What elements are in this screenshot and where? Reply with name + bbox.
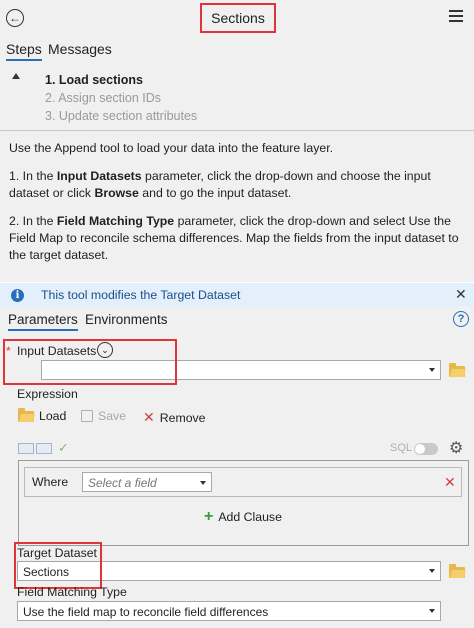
load-label: Load <box>39 409 67 423</box>
where-clause-row: Where Select a field ✕ <box>24 467 462 497</box>
validate-check-icon[interactable]: ✓ <box>58 440 69 456</box>
description-paragraph: 1. In the Input Datasets parameter, clic… <box>9 169 431 200</box>
save-label: Save <box>98 409 127 423</box>
tab-parameters[interactable]: Parameters <box>8 312 78 331</box>
folder-open-icon <box>18 407 34 422</box>
title-highlight-box: Sections <box>200 3 276 33</box>
remove-x-icon: ✕ <box>143 409 155 425</box>
steps-list: 1. Load sections 2. Assign section IDs 3… <box>0 64 474 130</box>
step-item[interactable]: 1. Load sections <box>45 73 143 87</box>
info-icon: i <box>11 289 24 302</box>
hamburger-menu-icon[interactable] <box>449 10 463 24</box>
target-dataset-highlight-box <box>14 542 102 589</box>
folder-browse-icon[interactable] <box>449 363 465 377</box>
remove-clause-icon[interactable]: ✕ <box>444 474 456 491</box>
parameters-panel: * Input Datasets ⌄ Expression Load Save … <box>0 337 474 628</box>
back-arrow-icon[interactable]: ← <box>6 9 24 27</box>
remove-button[interactable]: ✕ Remove <box>143 409 206 426</box>
description-paragraph: 2. In the Field Matching Type parameter,… <box>9 214 459 262</box>
plus-icon: + <box>204 508 214 525</box>
add-clause-label: Add Clause <box>218 510 282 524</box>
input-datasets-highlight-box <box>3 339 177 385</box>
param-tab-bar: Parameters Environments ? <box>0 307 474 337</box>
tab-steps[interactable]: Steps <box>6 41 42 61</box>
sql-label: SQL <box>390 442 413 454</box>
description-paragraph: Use the Append tool to load your data in… <box>9 141 334 155</box>
step-item[interactable]: 2. Assign section IDs <box>45 91 161 105</box>
save-button[interactable]: Save <box>81 409 126 423</box>
steps-tab-bar: Steps Messages <box>0 36 474 64</box>
info-banner: i This tool modifies the Target Dataset … <box>0 283 474 307</box>
dropdown-arrow-icon[interactable] <box>200 481 206 485</box>
dropdown-arrow-icon[interactable] <box>429 569 435 573</box>
info-message: This tool modifies the Target Dataset <box>41 288 241 302</box>
pane-title: Sections <box>211 10 265 26</box>
clause-mode-icon[interactable] <box>18 443 34 454</box>
sql-toggle[interactable] <box>414 443 438 455</box>
dropdown-arrow-icon[interactable] <box>429 368 435 372</box>
where-label: Where <box>32 475 69 489</box>
field-matching-value: Use the field map to reconcile field dif… <box>23 605 269 619</box>
tab-messages[interactable]: Messages <box>48 41 112 57</box>
expression-label: Expression <box>17 387 78 401</box>
remove-label: Remove <box>159 410 206 425</box>
field-select-dropdown[interactable]: Select a field <box>82 472 212 492</box>
tab-environments[interactable]: Environments <box>85 312 168 327</box>
field-matching-label: Field Matching Type <box>17 585 127 599</box>
pane-header: ← Sections <box>0 0 474 36</box>
field-placeholder: Select a field <box>88 476 157 490</box>
field-matching-dropdown[interactable]: Use the field map to reconcile field dif… <box>17 601 441 621</box>
save-icon <box>81 410 93 422</box>
step-description: Use the Append tool to load your data in… <box>0 130 474 282</box>
dropdown-arrow-icon[interactable] <box>429 609 435 613</box>
add-clause-button[interactable]: + Add Clause <box>204 508 282 526</box>
clause-builder-panel: Where Select a field ✕ + Add Clause <box>18 460 469 546</box>
gear-icon[interactable]: ⚙ <box>449 438 463 458</box>
help-icon[interactable]: ? <box>453 311 469 327</box>
collapse-triangle-icon[interactable] <box>12 73 20 79</box>
close-icon[interactable]: ✕ <box>455 286 467 303</box>
load-button[interactable]: Load <box>18 407 67 423</box>
sql-mode-icon[interactable] <box>36 443 52 454</box>
folder-browse-icon[interactable] <box>449 564 465 578</box>
step-item[interactable]: 3. Update section attributes <box>45 109 197 123</box>
